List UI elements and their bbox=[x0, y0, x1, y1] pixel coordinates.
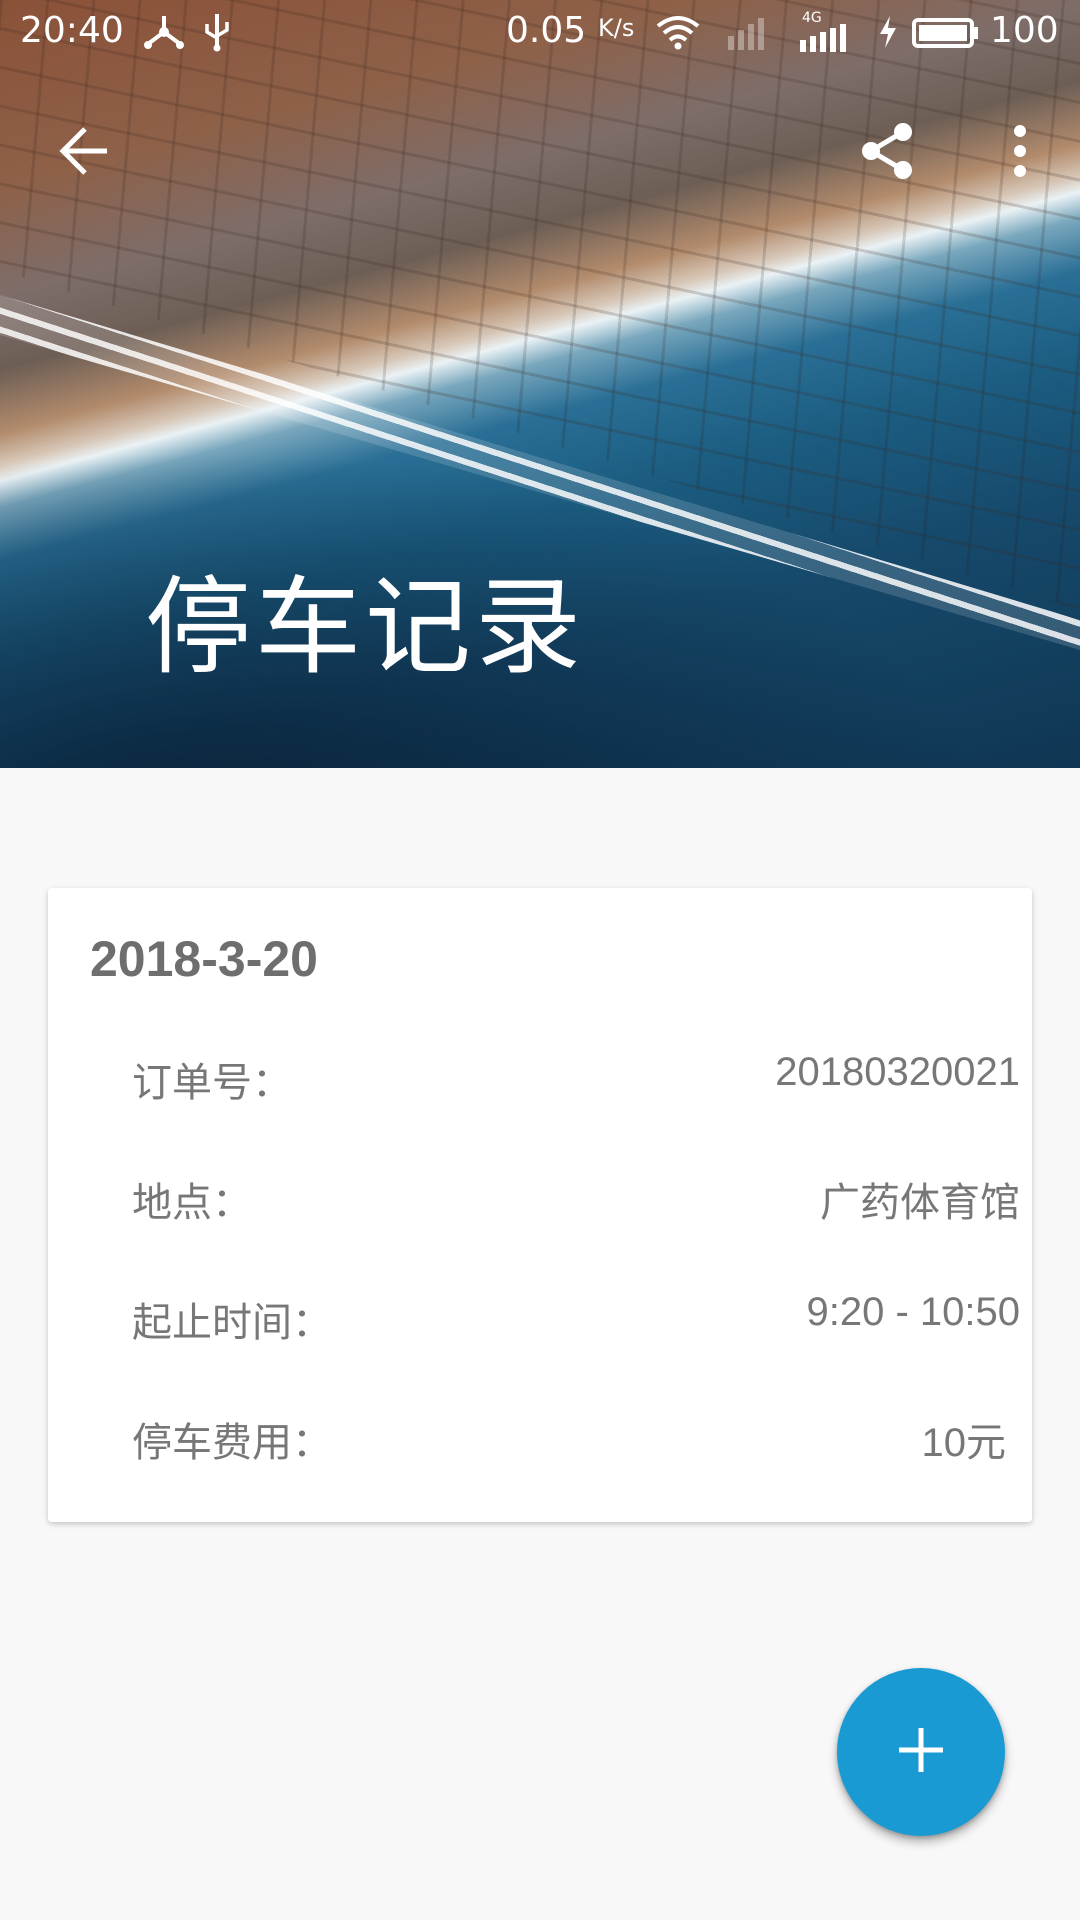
location-label: 地点： bbox=[132, 1180, 252, 1226]
status-time: 20:40 bbox=[20, 10, 124, 51]
usb-icon bbox=[202, 12, 232, 52]
back-button[interactable] bbox=[50, 118, 120, 188]
status-net-unit: K/s bbox=[598, 14, 635, 42]
time-range-label: 起止时间： bbox=[132, 1300, 332, 1346]
order-number-label: 订单号： bbox=[132, 1060, 292, 1106]
record-date: 2018-3-20 bbox=[90, 931, 318, 987]
status-bar: 20:40 0.05 K/s 4G 100 bbox=[0, 0, 1080, 64]
share-button[interactable] bbox=[852, 118, 922, 188]
time-range-value: 9:20 - 10:50 bbox=[806, 1290, 1021, 1334]
status-net-speed: 0.05 bbox=[506, 10, 587, 51]
signal-icon: 4G bbox=[798, 10, 858, 52]
battery-icon bbox=[912, 12, 980, 52]
more-vert-icon bbox=[1012, 123, 1028, 183]
signal-inactive-icon bbox=[726, 12, 778, 52]
plus-icon bbox=[897, 1726, 945, 1778]
arrow-left-icon bbox=[57, 123, 113, 183]
usb-tether-icon bbox=[142, 12, 186, 52]
add-record-fab[interactable] bbox=[837, 1668, 1005, 1836]
network-type-label: 4G bbox=[802, 10, 822, 26]
parking-record-card[interactable]: 2018-3-20 订单号： 20180320021 地点： 广药体育馆 起止时… bbox=[48, 888, 1032, 1522]
wifi-icon bbox=[654, 12, 702, 52]
order-number-value: 20180320021 bbox=[775, 1050, 1020, 1094]
parking-fee-label: 停车费用： bbox=[132, 1420, 332, 1466]
charging-icon bbox=[876, 12, 900, 52]
share-icon bbox=[857, 120, 917, 186]
more-options-button[interactable] bbox=[1000, 118, 1040, 188]
battery-percent: 100 bbox=[990, 10, 1059, 51]
page-title: 停车记录 bbox=[145, 566, 585, 689]
parking-fee-value: 10元 bbox=[921, 1421, 1007, 1465]
location-value: 广药体育馆 bbox=[820, 1181, 1020, 1225]
